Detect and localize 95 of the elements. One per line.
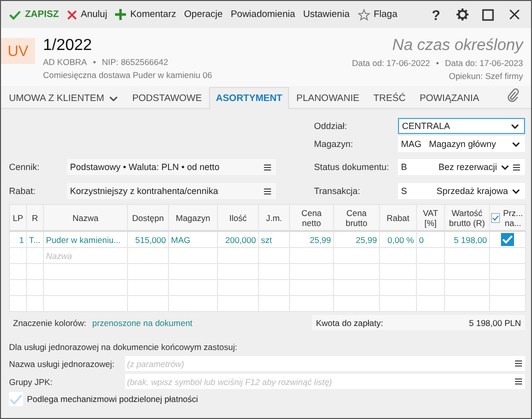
maximize-icon [482, 8, 494, 20]
column-header[interactable]: R [26, 204, 44, 231]
list-icon [514, 360, 522, 367]
table-cell: 0 [416, 231, 444, 248]
separator-dot: • [436, 58, 440, 68]
list-icon [264, 164, 271, 170]
star-icon [358, 8, 370, 20]
tab[interactable]: ASORTYMENT [208, 87, 290, 109]
table-cell: 1 [10, 231, 26, 248]
tab[interactable]: TREŚĆ [366, 87, 413, 109]
column-header[interactable]: LP [10, 204, 26, 231]
section-heading: Dla usługi jednorazowej na dokumencie końcowym zastosuj: [9, 342, 238, 352]
menu-button[interactable]: Ustawienia [299, 6, 354, 23]
list-button[interactable] [511, 374, 525, 389]
cancel-button[interactable]: Anuluj [62, 6, 112, 23]
menu-button[interactable]: Powiadomienia [226, 6, 300, 23]
row-checkbox[interactable] [501, 233, 514, 246]
discount-field[interactable]: Korzystniejszy z kontrahenta/cennika [67, 183, 276, 199]
input-field[interactable]: (brak, wpisz symbol lub wciśnij F12 aby rozwinąć listę) [125, 374, 511, 389]
column-header[interactable]: Cena netto [290, 204, 334, 231]
field-label: Rabat: [9, 186, 37, 196]
help-button[interactable]: ? [423, 4, 449, 26]
transaction-dropdown[interactable]: S Sprzedaż krajowa [398, 183, 525, 199]
table-cell: 0,00 % [380, 231, 416, 248]
checkbox-label: Podlega mechanizmowi podzielonej płatności [27, 394, 198, 404]
tab[interactable]: PLANOWANIE [289, 87, 366, 109]
table-cell: 200,000 [218, 231, 258, 248]
field-label: Grupy JPK: [9, 376, 54, 386]
tab[interactable]: UMOWA Z KLIENTEM [2, 87, 126, 109]
table-cell: 5 198,00 [444, 231, 490, 248]
legend-link[interactable]: przenoszone na dokument [92, 318, 192, 328]
keeper: Opiekun: Szef firmy [448, 70, 523, 82]
table-cell: szt [258, 231, 290, 248]
list-button[interactable] [511, 356, 525, 371]
column-header[interactable]: J.m. [258, 204, 290, 231]
paperclip-icon [507, 88, 519, 102]
table-cell: Puder w kamieniu... [44, 231, 128, 248]
split-payment-checkbox[interactable] [9, 392, 23, 406]
chevron-down-icon [511, 124, 519, 128]
column-header[interactable]: Dostępn [128, 204, 168, 231]
field-label: Oddział: [314, 121, 348, 131]
flag-button[interactable]: Flaga [354, 6, 402, 24]
column-header[interactable]: Wartość brutto (R) [444, 204, 490, 231]
list-icon [264, 188, 271, 194]
date-to: Data do: 17-06-2023 [445, 58, 523, 68]
column-header[interactable]: Cena brutto [334, 204, 380, 231]
input-field[interactable]: (z parametrów) [125, 356, 511, 371]
price-list-field[interactable]: Podstawowy • Waluta: PLN • od netto [67, 159, 276, 175]
total-label: Kwota do zapłaty: [316, 318, 384, 328]
column-header[interactable]: VAT [%] [416, 204, 444, 231]
table-cell: T... [26, 231, 44, 248]
comment-button[interactable]: Komentarz [111, 6, 180, 23]
document-status-dropdown[interactable]: B Bez rezerwacji [398, 159, 525, 175]
document-type-badge: UV [1, 38, 35, 64]
menu-button[interactable]: Operacje [180, 6, 227, 23]
close-icon [66, 10, 77, 20]
field-label: Nazwa usługi jednorazowej: [9, 358, 116, 368]
column-header[interactable]: Prz... na... [490, 204, 526, 231]
legend-label: Znaczenie kolorów: [13, 318, 86, 328]
settings-icon [456, 8, 468, 21]
separator-dot: • [92, 57, 96, 67]
header-checkbox[interactable] [491, 212, 500, 222]
warehouse-dropdown[interactable]: MAG Magazyn główny [398, 136, 525, 152]
chevron-down-icon [512, 142, 520, 146]
check-icon [9, 10, 21, 20]
column-header[interactable]: Nazwa [44, 204, 128, 231]
save-button[interactable]: ZAPISZ [5, 6, 63, 23]
list-icon [514, 378, 522, 385]
tax-id: NIP: 8652566642 [102, 57, 168, 67]
branch-dropdown[interactable]: CENTRALA [398, 118, 525, 134]
date-from: Data od: 17-06-2022 [352, 58, 430, 68]
column-header[interactable]: Magazyn [168, 204, 218, 231]
field-label: Transakcja: [314, 186, 362, 196]
column-header[interactable]: Ilość [218, 204, 258, 231]
total-value: 5 198,00 PLN [469, 318, 521, 328]
field-label: Magazyn: [314, 139, 354, 149]
tab[interactable]: POWIĄZANIA [412, 87, 486, 109]
chevron-down-icon [512, 188, 520, 194]
tab[interactable]: PODSTAWOWE [125, 87, 209, 109]
attachment-button[interactable] [507, 88, 519, 104]
document-description: Comiesięczna dostawa Puder w kamieniu 06 [43, 69, 214, 81]
field-label: Status dokumentu: [314, 162, 390, 172]
contract-status: Na czas określony [392, 37, 523, 55]
table-cell: MAG [168, 231, 218, 248]
table-cell: 25,99 [290, 231, 334, 248]
document-number: 1/2022 [43, 37, 93, 55]
list-icon [513, 164, 520, 170]
table-cell: 515,000 [128, 231, 168, 248]
chevron-down-icon [501, 164, 509, 170]
close-icon [508, 9, 520, 20]
table-cell: 25,99 [334, 231, 380, 248]
column-header[interactable]: Rabat [380, 204, 416, 231]
plus-icon [115, 9, 126, 20]
company-name: AD KOBRA [43, 57, 87, 67]
field-label: Cennik: [9, 162, 41, 172]
